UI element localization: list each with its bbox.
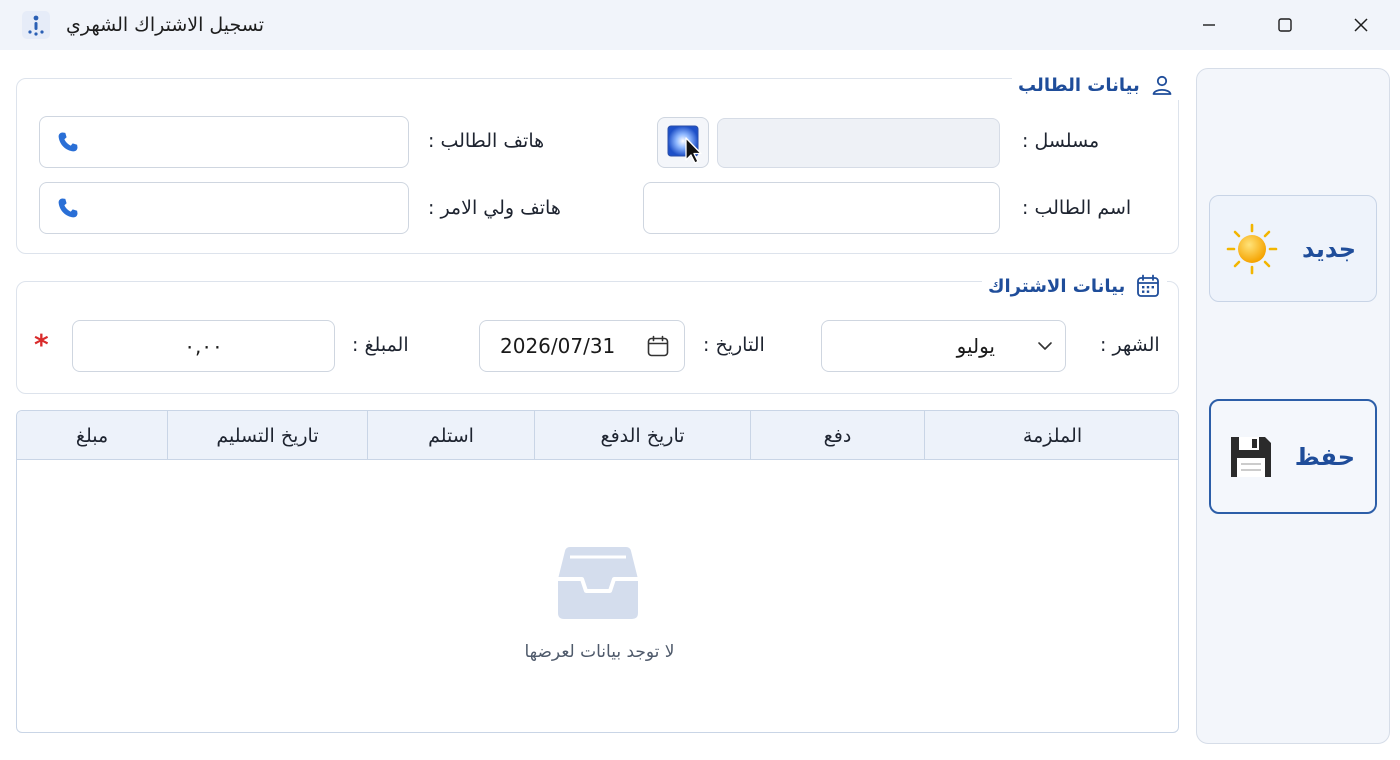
empty-state-text: لا توجد بيانات لعرضها [524, 642, 675, 662]
subscription-group-title: بيانات الاشتراك [982, 271, 1168, 301]
column-header-amount[interactable]: مبلغ [17, 411, 167, 460]
column-header-booklet[interactable]: الملزمة [924, 411, 1178, 460]
date-field[interactable]: 2026/07/31 [479, 320, 685, 372]
close-icon [1354, 18, 1368, 32]
month-label: الشهر : [1100, 334, 1160, 356]
save-button[interactable]: حفظ [1209, 399, 1377, 514]
save-button-label: حفظ [1294, 442, 1355, 471]
subscriptions-grid: الملزمة دفع تاريخ الدفع استلم تاريخ التس… [16, 410, 1179, 733]
minimize-icon [1203, 24, 1215, 26]
amount-label: المبلغ : [352, 334, 409, 356]
column-header-received[interactable]: استلم [367, 411, 534, 460]
amount-value: ٠,٠٠ [184, 334, 223, 358]
close-button[interactable] [1326, 0, 1396, 50]
floppy-disk-icon [1231, 436, 1271, 477]
chevron-down-icon [1038, 342, 1052, 350]
month-select[interactable]: يوليو [821, 320, 1066, 372]
empty-inbox-icon [557, 547, 638, 619]
phone-icon [58, 132, 78, 152]
date-value: 2026/07/31 [500, 334, 616, 358]
guardian-phone-field[interactable] [39, 182, 409, 234]
empty-state [17, 541, 1178, 625]
calendar-icon [1137, 274, 1160, 297]
student-phone-label: هاتف الطالب : [428, 130, 545, 152]
pointer-select-icon [667, 125, 702, 164]
minimize-button[interactable] [1174, 0, 1244, 50]
amount-field[interactable]: ٠,٠٠ [72, 320, 335, 372]
serial-search-button[interactable] [657, 117, 709, 168]
title-bar: تسجيل الاشتراك الشهري [0, 0, 1400, 50]
grid-header: الملزمة دفع تاريخ الدفع استلم تاريخ التس… [17, 411, 1178, 460]
phone-icon [58, 198, 78, 218]
student-group-title-text: بيانات الطالب [1018, 74, 1140, 96]
maximize-icon [1278, 18, 1292, 32]
new-button-label: جديد [1301, 234, 1356, 263]
serial-field[interactable] [717, 118, 1000, 168]
new-button[interactable]: جديد [1209, 195, 1377, 302]
serial-label: مسلسل : [1022, 130, 1100, 152]
required-mark: * [34, 328, 49, 361]
guardian-phone-label: هاتف ولي الامر : [428, 197, 561, 219]
student-phone-field[interactable] [39, 116, 409, 168]
window-content: بيانات الطالب مسلسل : هاتف الطالب : اسم … [0, 50, 1400, 760]
date-label: التاريخ : [703, 334, 765, 356]
window-title: تسجيل الاشتراك الشهري [66, 14, 265, 36]
column-header-payment-date[interactable]: تاريخ الدفع [534, 411, 750, 460]
actions-panel: جديد حفظ [1196, 68, 1390, 744]
user-icon [1152, 75, 1172, 95]
subscription-group-title-text: بيانات الاشتراك [988, 275, 1126, 297]
maximize-button[interactable] [1250, 0, 1320, 50]
student-group-title: بيانات الطالب [1012, 70, 1180, 100]
column-header-paid[interactable]: دفع [750, 411, 924, 460]
column-header-delivery-date[interactable]: تاريخ التسليم [167, 411, 367, 460]
student-name-field[interactable] [643, 182, 1000, 234]
calendar-picker-icon[interactable] [646, 334, 670, 358]
app-icon [22, 11, 50, 39]
sun-icon [1226, 223, 1278, 274]
month-value: يوليو [956, 334, 995, 358]
student-name-label: اسم الطالب : [1022, 197, 1132, 219]
